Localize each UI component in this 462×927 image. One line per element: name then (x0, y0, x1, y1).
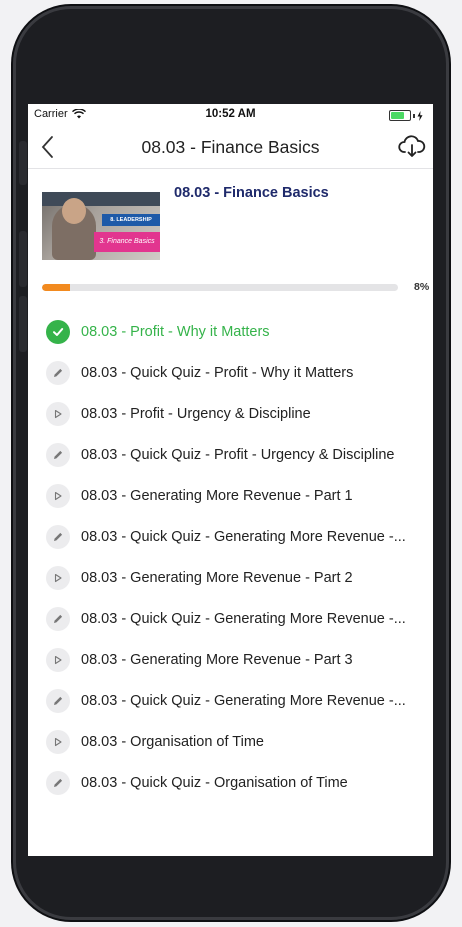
pencil-icon (46, 771, 70, 795)
lesson-label: 08.03 - Generating More Revenue - Part 1 (81, 488, 353, 504)
thumbnail-tag-finance: 3. Finance Basics (94, 232, 160, 252)
lesson-item[interactable]: 08.03 - Profit - Urgency & Discipline (28, 394, 433, 435)
lesson-item[interactable]: 08.03 - Organisation of Time (28, 722, 433, 763)
status-bar: Carrier 10:52 AM (28, 104, 433, 126)
navigation-bar: 08.03 - Finance Basics (28, 126, 433, 169)
app-screen: Carrier 10:52 AM 08.03 - Finance Basics (28, 104, 433, 856)
pencil-icon (46, 689, 70, 713)
lesson-item[interactable]: 08.03 - Quick Quiz - Generating More Rev… (28, 681, 433, 722)
volume-up-button (19, 231, 27, 287)
lesson-label: 08.03 - Generating More Revenue - Part 3 (81, 652, 353, 668)
course-progress-bar (42, 284, 398, 291)
lesson-label: 08.03 - Quick Quiz - Generating More Rev… (81, 529, 406, 545)
status-time: 10:52 AM (205, 108, 256, 120)
lesson-item[interactable]: 08.03 - Quick Quiz - Generating More Rev… (28, 517, 433, 558)
cloud-download-icon[interactable] (397, 134, 427, 160)
lesson-label: 08.03 - Generating More Revenue - Part 2 (81, 570, 353, 586)
lesson-label: 08.03 - Organisation of Time (81, 734, 264, 750)
pencil-icon (46, 361, 70, 385)
lesson-item[interactable]: 08.03 - Generating More Revenue - Part 1 (28, 476, 433, 517)
course-progress-label: 8% (414, 281, 430, 293)
battery-icon (389, 110, 423, 121)
charging-icon (417, 110, 423, 121)
course-title: 08.03 - Finance Basics (174, 185, 329, 201)
lesson-item[interactable]: 08.03 - Generating More Revenue - Part 2 (28, 558, 433, 599)
play-icon (46, 566, 70, 590)
lesson-label: 08.03 - Quick Quiz - Generating More Rev… (81, 611, 406, 627)
lesson-label: 08.03 - Quick Quiz - Organisation of Tim… (81, 775, 348, 791)
lesson-item[interactable]: 08.03 - Quick Quiz - Generating More Rev… (28, 599, 433, 640)
pencil-icon (46, 607, 70, 631)
course-thumbnail: 8. LEADERSHIP 3. Finance Basics (42, 192, 160, 260)
thumbnail-tag-leadership: 8. LEADERSHIP (102, 214, 160, 226)
play-icon (46, 402, 70, 426)
volume-down-button (19, 296, 27, 352)
play-icon (46, 730, 70, 754)
lesson-label: 08.03 - Quick Quiz - Profit - Urgency & … (81, 447, 395, 463)
lesson-item[interactable]: 08.03 - Quick Quiz - Profit - Why it Mat… (28, 353, 433, 394)
pencil-icon (46, 443, 70, 467)
page-title: 08.03 - Finance Basics (141, 137, 320, 157)
course-progress-fill (42, 284, 71, 291)
lesson-item[interactable]: 08.03 - Profit - Why it Matters (28, 312, 433, 353)
mute-switch (19, 141, 27, 185)
lesson-label: 08.03 - Quick Quiz - Profit - Why it Mat… (81, 365, 354, 381)
lesson-item[interactable]: 08.03 - Quick Quiz - Profit - Urgency & … (28, 435, 433, 476)
lesson-label: 08.03 - Profit - Why it Matters (81, 324, 270, 340)
lesson-item[interactable]: 08.03 - Quick Quiz - Organisation of Tim… (28, 763, 433, 804)
lesson-label: 08.03 - Profit - Urgency & Discipline (81, 406, 311, 422)
lesson-list: 08.03 - Profit - Why it Matters 08.03 - Q… (28, 312, 433, 804)
pencil-icon (46, 525, 70, 549)
check-icon (46, 320, 70, 344)
play-icon (46, 484, 70, 508)
play-icon (46, 648, 70, 672)
lesson-label: 08.03 - Quick Quiz - Generating More Rev… (81, 693, 406, 709)
lesson-item[interactable]: 08.03 - Generating More Revenue - Part 3 (28, 640, 433, 681)
